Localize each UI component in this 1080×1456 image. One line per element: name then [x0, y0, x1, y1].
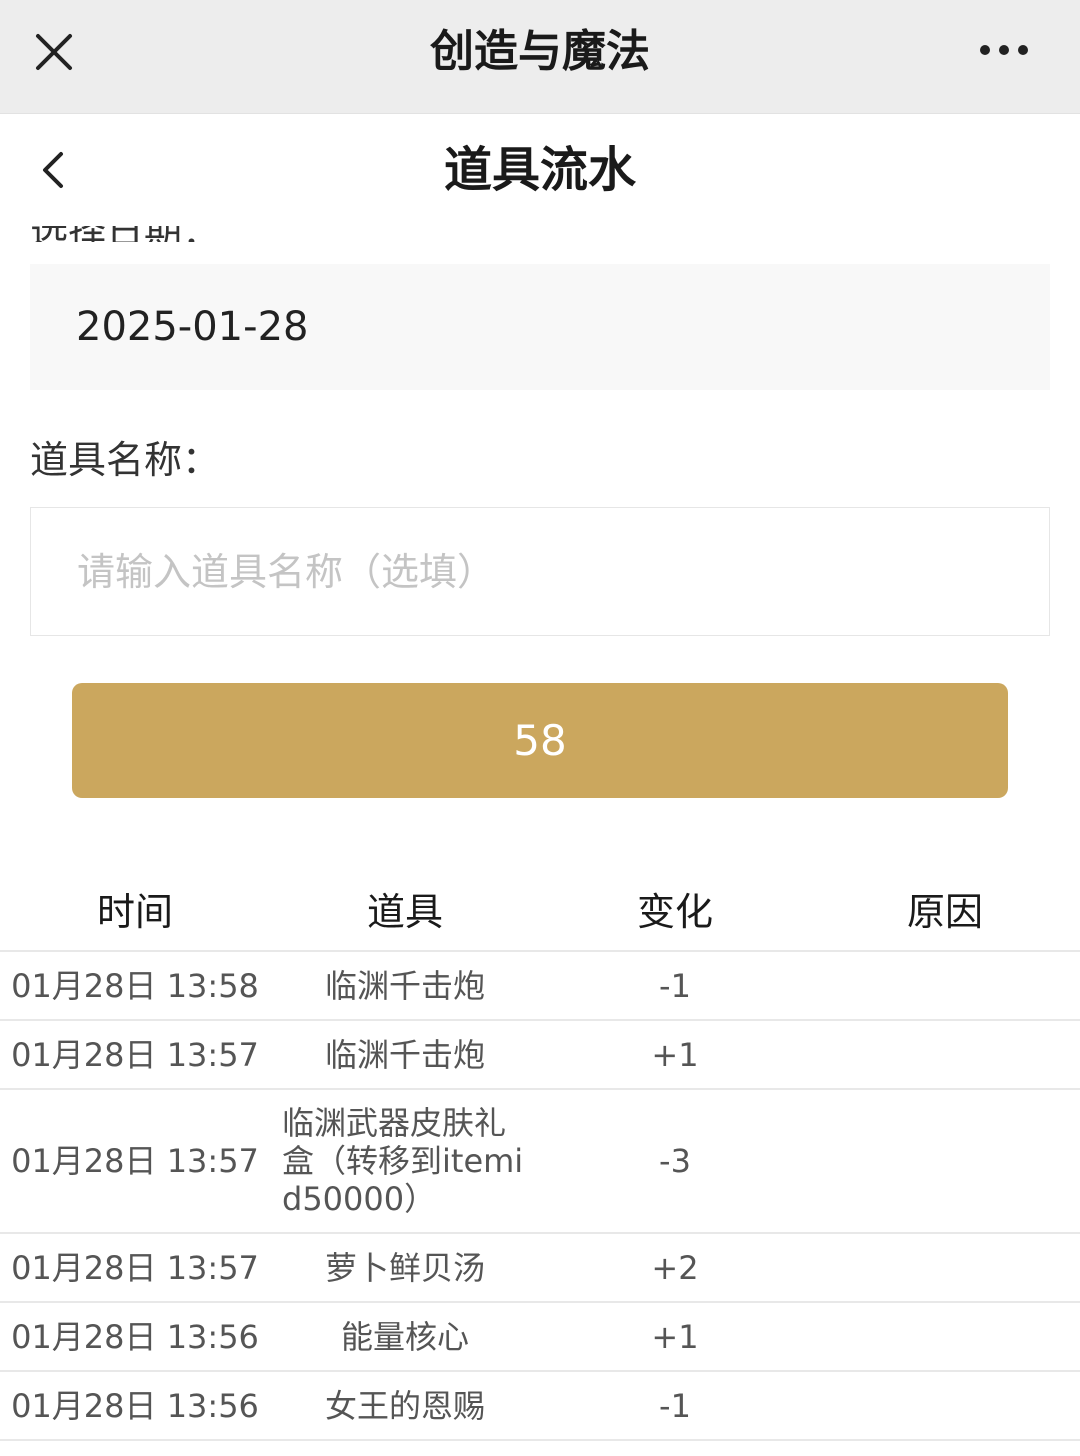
cell-change: +1	[651, 1035, 699, 1074]
query-button[interactable]: 58	[72, 683, 1008, 798]
table-row: 01月28日 13:56 女王的恩赐 -1	[0, 1372, 1080, 1441]
app-title: 创造与魔法	[430, 26, 650, 77]
cell-item: 能量核心	[340, 1317, 469, 1356]
back-button[interactable]	[28, 142, 84, 198]
date-label-clip: 选择日期：	[0, 226, 1080, 242]
table-row: 01月28日 13:57 临渊武器皮肤礼盒（转移到itemid50000） -3	[0, 1090, 1080, 1234]
cell-change: +2	[651, 1248, 699, 1287]
chevron-left-icon	[43, 152, 63, 188]
page-title: 道具流水	[443, 142, 636, 198]
cell-item: 萝卜鲜贝汤	[324, 1248, 485, 1287]
cell-change: -1	[659, 1386, 691, 1425]
cell-time: 01月28日 13:56	[11, 1317, 259, 1356]
cell-change: -3	[659, 1142, 691, 1180]
column-header-change: 变化	[636, 890, 713, 934]
more-horizontal-icon[interactable]	[968, 30, 1040, 70]
close-icon[interactable]	[24, 22, 84, 82]
cell-time: 01月28日 13:57	[11, 1035, 259, 1074]
cell-item: 临渊千击炮	[324, 966, 485, 1005]
page-header: 道具流水	[0, 114, 1080, 226]
table-header: 时间 道具 变化 原因	[0, 872, 1080, 952]
cell-item: 临渊武器皮肤礼盒（转移到itemid50000）	[282, 1104, 524, 1218]
date-label: 选择日期：	[30, 226, 220, 242]
cell-item: 女王的恩赐	[324, 1386, 485, 1425]
item-name-input[interactable]	[30, 507, 1050, 636]
cell-time: 01月28日 13:57	[11, 1142, 259, 1180]
cell-change: +1	[651, 1317, 699, 1356]
date-picker-field[interactable]: 2025-01-28	[30, 264, 1050, 390]
column-header-item: 道具	[366, 890, 443, 934]
cell-item: 临渊千击炮	[324, 1035, 485, 1074]
cell-change: -1	[659, 966, 691, 1005]
wechat-top-bar: 创造与魔法	[0, 0, 1080, 114]
column-header-reason: 原因	[906, 890, 983, 934]
table-row: 01月28日 13:58 临渊千击炮 -1	[0, 952, 1080, 1021]
column-header-time: 时间	[96, 890, 173, 934]
table-row: 01月28日 13:57 萝卜鲜贝汤 +2	[0, 1234, 1080, 1303]
item-name-label: 道具名称：	[30, 438, 221, 482]
table-body: 01月28日 13:58 临渊千击炮 -1 01月28日 13:57 临渊千击炮…	[0, 952, 1080, 1441]
cell-time: 01月28日 13:56	[11, 1386, 259, 1425]
cell-time: 01月28日 13:58	[11, 966, 259, 1005]
cell-time: 01月28日 13:57	[11, 1248, 259, 1287]
table-row: 01月28日 13:56 能量核心 +1	[0, 1303, 1080, 1372]
table-row: 01月28日 13:57 临渊千击炮 +1	[0, 1021, 1080, 1090]
